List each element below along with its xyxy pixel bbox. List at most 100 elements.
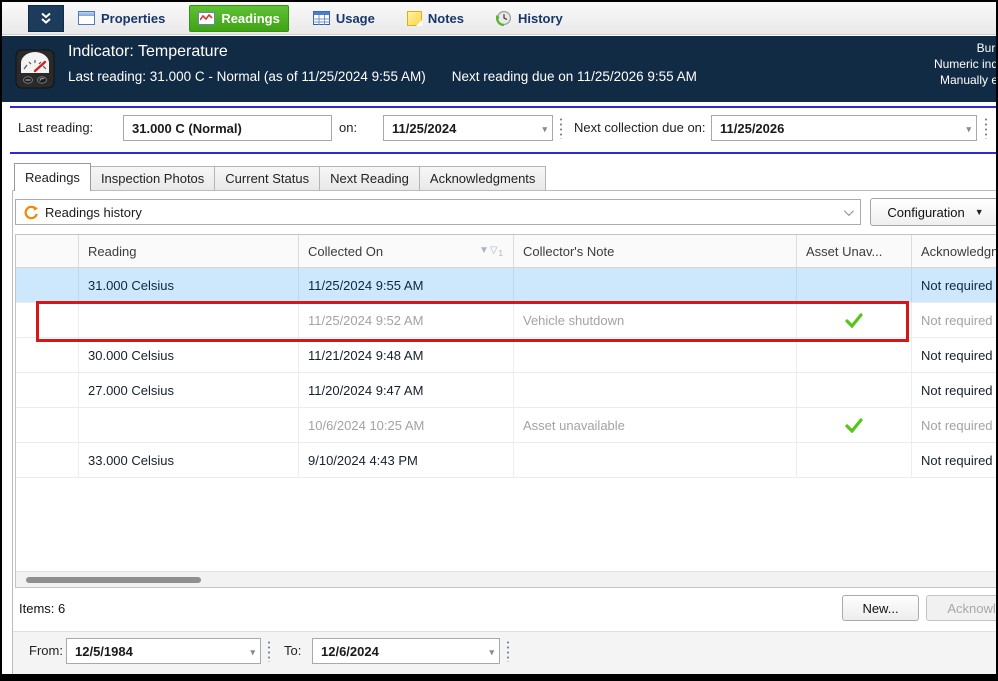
field-grip-handle[interactable] [558,117,564,139]
from-date-field[interactable]: 12/5/1984 ▾ [66,638,261,664]
page-title: Indicator: Temperature [68,43,228,61]
asset-unavailable-cell [797,443,912,477]
collapse-toolbar-button[interactable] [28,5,64,32]
next-collection-date-field[interactable]: 11/25/2026 ▾ [711,115,977,141]
window-bottom-border [2,674,996,679]
from-label: From: [29,643,63,658]
row-selector-cell[interactable] [16,408,79,442]
dropdown-arrow-icon[interactable]: ▾ [250,647,255,658]
green-check-icon [845,313,863,328]
application-window: Properties Readings Usage [0,0,998,681]
on-date-field[interactable]: 11/25/2024 ▾ [383,115,553,141]
acknowledgment-cell: Not required [912,443,998,477]
asset-unavailable-cell [797,338,912,372]
reading-cell [79,408,299,442]
asset-unavailable-cell [797,373,912,407]
readings-history-combobox[interactable]: Readings history [15,199,861,225]
collected-on-cell: 10/6/2024 10:25 AM [299,408,514,442]
asset-unavailable-cell [797,303,912,337]
reading-cell [79,303,299,337]
dropdown-arrow-icon[interactable]: ▾ [542,124,547,135]
row-selector-cell[interactable] [16,338,79,372]
next-collection-label: Next collection due on: [574,120,706,135]
readings-chart-icon [198,12,215,25]
toolbar-tab-usage[interactable]: Usage [305,5,383,32]
row-selector-cell[interactable] [16,373,79,407]
blue-divider [10,106,998,108]
tab-readings[interactable]: Readings [14,163,91,191]
toolbar-tab-label: Notes [428,11,464,26]
collected-on-cell: 11/25/2024 9:52 AM [299,303,514,337]
reading-cell: 30.000 Celsius [79,338,299,372]
toolbar-tab-history[interactable]: History [488,5,571,32]
table-row[interactable]: 30.000 Celsius 11/21/2024 9:48 AM Not re… [16,338,998,373]
items-count: Items: 6 [19,601,65,616]
gauge-icon [15,49,55,89]
field-grip-handle[interactable] [983,117,989,139]
table-row[interactable]: 27.000 Celsius 11/20/2024 9:47 AM Not re… [16,373,998,408]
dropdown-arrow-icon[interactable]: ▾ [966,124,971,135]
tab-next-reading[interactable]: Next Reading [320,166,420,191]
to-date-value: 12/6/2024 [321,644,379,659]
acknowledge-button[interactable]: Acknowledge [926,595,998,621]
scrollbar-thumb[interactable] [26,577,201,583]
column-header-asset-unavailable[interactable]: Asset Unav... [797,235,912,267]
blue-divider [10,152,998,154]
selector-column-header[interactable] [16,235,79,267]
date-range-bar: From: 12/5/1984 ▾ To: 12/6/2024 ▾ [13,631,998,676]
notes-sticky-icon [407,11,422,26]
toolbar-tab-notes[interactable]: Notes [399,5,472,32]
items-statusbar: Items: 6 New... Acknowledge [13,588,998,631]
collector-note-cell [514,268,797,302]
acknowledgment-cell: Not required [912,338,998,372]
collected-on-cell: 11/25/2024 9:55 AM [299,268,514,302]
meta-line: Numeric ind [934,56,998,72]
last-reading-value-box[interactable]: 31.000 C (Normal) [123,115,332,141]
toolbar-tab-readings[interactable]: Readings [189,5,289,32]
sort-filter-icon[interactable]: ▼▽1 [479,245,504,258]
table-row[interactable]: 31.000 Celsius 11/25/2024 9:55 AM Not re… [16,268,998,303]
double-chevron-down-icon [40,12,52,25]
properties-window-icon [78,11,95,25]
tab-current-status[interactable]: Current Status [215,166,320,191]
dropdown-arrow-icon[interactable]: ▾ [489,647,494,658]
green-check-icon [845,418,863,433]
tab-acknowledgments[interactable]: Acknowledgments [420,166,547,191]
column-header-collector-note[interactable]: Collector's Note [514,235,797,267]
column-header-reading[interactable]: Reading [79,235,299,267]
from-date-value: 12/5/1984 [75,644,133,659]
readings-table: Reading Collected On ▼▽1 Collector's Not… [15,234,998,588]
collector-note-cell [514,373,797,407]
readings-panel: Readings history Configuration ▼ Reading… [12,190,998,676]
collected-on-cell: 11/20/2024 9:47 AM [299,373,514,407]
table-row[interactable]: 11/25/2024 9:52 AM Vehicle shutdown Not … [16,303,998,338]
refresh-icon [24,205,39,220]
horizontal-scrollbar[interactable] [16,571,998,587]
collector-note-cell: Asset unavailable [514,408,797,442]
tab-inspection-photos[interactable]: Inspection Photos [91,166,215,191]
field-grip-handle[interactable] [505,640,511,662]
header-meta: Burl Numeric ind Manually e [934,40,998,88]
next-collection-value: 11/25/2026 [720,121,784,136]
acknowledgment-cell: Not required [912,268,998,302]
toolbar-tab-label: Usage [336,11,375,26]
to-date-field[interactable]: 12/6/2024 ▾ [312,638,500,664]
configuration-button[interactable]: Configuration ▼ [870,198,998,226]
reading-cell: 33.000 Celsius [79,443,299,477]
asset-unavailable-cell [797,268,912,302]
collector-note-cell: Vehicle shutdown [514,303,797,337]
field-grip-handle[interactable] [266,640,272,662]
next-reading-due: Next reading due on 11/25/2026 9:55 AM [452,69,697,84]
toolbar-tab-properties[interactable]: Properties [70,5,173,32]
column-header-collected-on[interactable]: Collected On ▼▽1 [299,235,514,267]
configuration-label: Configuration [887,205,964,220]
row-selector-cell[interactable] [16,268,79,302]
row-selector-cell[interactable] [16,303,79,337]
table-row[interactable]: 33.000 Celsius 9/10/2024 4:43 PM Not req… [16,443,998,478]
collected-on-cell: 9/10/2024 4:43 PM [299,443,514,477]
last-reading-label: Last reading: [18,120,93,135]
new-button[interactable]: New... [842,595,919,621]
column-header-acknowledgments[interactable]: Acknowledgments [912,235,998,267]
row-selector-cell[interactable] [16,443,79,477]
table-row[interactable]: 10/6/2024 10:25 AM Asset unavailable Not… [16,408,998,443]
